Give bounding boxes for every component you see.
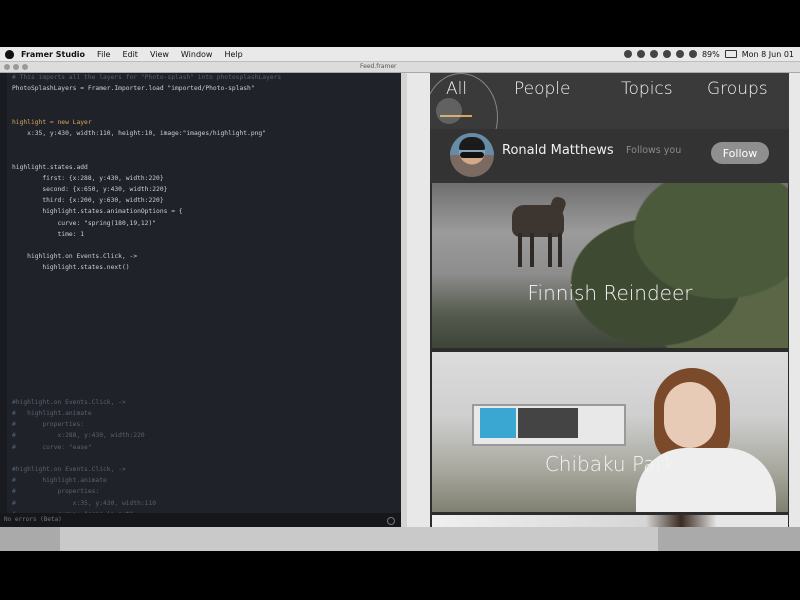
- menu-edit[interactable]: Edit: [122, 50, 138, 59]
- close-window-icon[interactable]: [4, 64, 10, 70]
- status-tray: 89% Mon 8 Jun 01: [623, 50, 794, 59]
- code-line[interactable]: highlight.on Events.Click, ->: [12, 252, 137, 262]
- photo-card-reindeer[interactable]: Finnish Reindeer: [432, 183, 788, 348]
- clock[interactable]: Mon 8 Jun 01: [742, 50, 794, 59]
- code-line[interactable]: third: {x:200, y:630, width:220}: [12, 196, 163, 206]
- code-line[interactable]: time: 1: [12, 230, 84, 240]
- follows-you-label: Follows you: [626, 145, 682, 156]
- code-line[interactable]: highlight = new Layer: [12, 118, 92, 128]
- code-line[interactable]: # curve: "ease": [12, 443, 92, 453]
- profile-row: Ronald Matthews Follows you Follow: [430, 129, 789, 183]
- code-line[interactable]: curve: "spring(180,19,12)": [12, 219, 156, 229]
- code-line[interactable]: highlight.states.next(): [12, 263, 129, 273]
- dock-strip: [0, 527, 800, 551]
- line-gutter: [0, 73, 7, 513]
- gear-icon[interactable]: [387, 517, 395, 525]
- cloud-icon[interactable]: [623, 50, 632, 58]
- code-line[interactable]: first: {x:288, y:430, width:220}: [12, 174, 163, 184]
- tab-groups[interactable]: Groups: [707, 79, 768, 99]
- menu-view[interactable]: View: [150, 50, 169, 59]
- code-line[interactable]: x:35, y:430, width:110, height:10, image…: [12, 129, 266, 139]
- code-line[interactable]: highlight.states.add: [12, 163, 88, 173]
- code-line[interactable]: # x:35, y:430, width:110: [12, 499, 156, 509]
- editor-status-bar: No errors (Beta): [0, 513, 401, 527]
- menu-help[interactable]: Help: [224, 50, 242, 59]
- window-titlebar: Feed.framer: [0, 62, 800, 73]
- wifi-icon[interactable]: [675, 50, 684, 58]
- code-line[interactable]: # properties:: [12, 487, 99, 497]
- follow-button[interactable]: Follow: [711, 142, 769, 164]
- code-line[interactable]: # x:288, y:430, width:220: [12, 431, 145, 441]
- code-line[interactable]: #highlight.on Events.Click, ->: [12, 398, 126, 408]
- code-line[interactable]: # highlight.animate: [12, 409, 92, 419]
- window-title: Feed.framer: [360, 63, 397, 70]
- bluetooth-icon[interactable]: [662, 50, 671, 58]
- menu-bar: Framer Studio File Edit View Window Help…: [0, 47, 800, 62]
- code-line[interactable]: # properties:: [12, 420, 84, 430]
- tab-people[interactable]: People: [514, 79, 570, 99]
- minimize-window-icon[interactable]: [13, 64, 19, 70]
- error-status: No errors (Beta): [4, 516, 62, 523]
- card-title: Finnish Reindeer: [527, 281, 693, 305]
- skype-icon[interactable]: [649, 50, 658, 58]
- menu-file[interactable]: File: [97, 50, 110, 59]
- code-editor[interactable]: # This imports all the layers for "Photo…: [0, 73, 401, 513]
- battery-icon[interactable]: [724, 50, 737, 58]
- code-line[interactable]: #highlight.on Events.Click, ->: [12, 465, 126, 475]
- profile-name[interactable]: Ronald Matthews: [502, 143, 614, 158]
- sync-icon[interactable]: [636, 50, 645, 58]
- apple-icon[interactable]: [5, 49, 14, 59]
- card-title: Chibaku Park: [544, 452, 676, 476]
- tab-topics[interactable]: Topics: [621, 79, 673, 99]
- code-line[interactable]: # This imports all the layers for "Photo…: [12, 73, 281, 83]
- menu-app-name[interactable]: Framer Studio: [21, 50, 85, 59]
- code-line[interactable]: # highlight.animate: [12, 476, 107, 486]
- prototype-preview[interactable]: All People Topics Groups Ronald Matthews…: [430, 73, 789, 528]
- volume-icon[interactable]: [688, 50, 697, 58]
- code-line[interactable]: PhotoSplashLayers = Framer.Importer.load…: [12, 84, 255, 94]
- menu-window[interactable]: Window: [181, 50, 213, 59]
- code-line[interactable]: highlight.states.animationOptions = {: [12, 207, 182, 217]
- photo-card-park[interactable]: Chibaku Park: [432, 352, 788, 512]
- code-line[interactable]: second: {x:650, y:430, width:220}: [12, 185, 167, 195]
- battery-percent[interactable]: 89%: [702, 50, 720, 59]
- forest-image: [568, 183, 788, 348]
- avatar[interactable]: [450, 133, 494, 177]
- zoom-window-icon[interactable]: [22, 64, 28, 70]
